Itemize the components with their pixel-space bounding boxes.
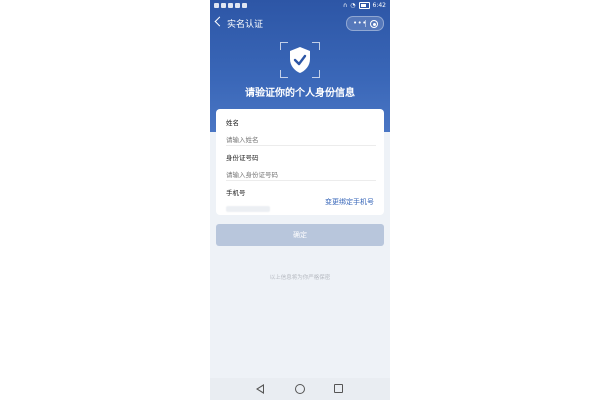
close-target-icon[interactable]: [370, 20, 378, 28]
nav-recent-icon[interactable]: [334, 384, 343, 393]
frame-corner: [312, 70, 320, 78]
privacy-notice: 以上信息将为你严格保密: [269, 275, 331, 281]
nav-home-icon[interactable]: [295, 384, 305, 394]
status-system-icons: ∩ ◔ 6:42: [343, 2, 386, 9]
hero-title: 请验证你的个人身份信息: [245, 88, 355, 99]
frame-corner: [312, 42, 320, 50]
shield-check-icon: [290, 47, 310, 73]
page-title: 实名认证: [227, 20, 264, 30]
status-time: 6:42: [372, 2, 386, 9]
phone-screen: ∩ ◔ 6:42 实名认证 ••• 请验证你的个人身份信息 姓名 请输入姓名 身…: [210, 0, 390, 400]
status-bar: ∩ ◔ 6:42: [210, 0, 390, 13]
notification-icon: [221, 3, 226, 8]
nav-bar: 实名认证 •••: [210, 14, 390, 34]
field-divider: [226, 180, 376, 181]
confirm-button[interactable]: 确定: [216, 224, 384, 246]
frame-corner: [280, 70, 288, 78]
name-label: 姓名: [226, 119, 239, 127]
field-divider: [226, 145, 376, 146]
nav-back-icon[interactable]: [256, 384, 264, 394]
notification-icon: [235, 3, 240, 8]
id-number-input[interactable]: [226, 171, 366, 179]
frame-corner: [280, 42, 288, 50]
name-input[interactable]: [226, 136, 366, 144]
notification-icon: [214, 3, 219, 8]
name-field: 姓名: [226, 117, 374, 146]
mini-program-capsule: •••: [346, 16, 384, 31]
back-arrow-icon[interactable]: [214, 16, 225, 27]
headphone-icon: ∩: [342, 2, 348, 9]
phone-number-masked: [226, 206, 270, 212]
system-nav-bar: [210, 378, 390, 400]
identity-form-card: 姓名 身份证号码 手机号 变更绑定手机号: [216, 109, 384, 215]
battery-icon: [358, 2, 370, 9]
id-number-label: 身份证号码: [226, 154, 259, 162]
notification-icon: [228, 3, 233, 8]
phone-label: 手机号: [226, 189, 246, 197]
notification-icon: [242, 3, 247, 8]
id-number-field: 身份证号码: [226, 152, 374, 181]
status-notification-icons: [214, 3, 247, 8]
capsule-divider: [365, 20, 366, 27]
change-phone-link[interactable]: 变更绑定手机号: [325, 197, 374, 207]
wifi-icon: ◔: [350, 2, 356, 9]
shield-scan-frame: [280, 42, 320, 78]
